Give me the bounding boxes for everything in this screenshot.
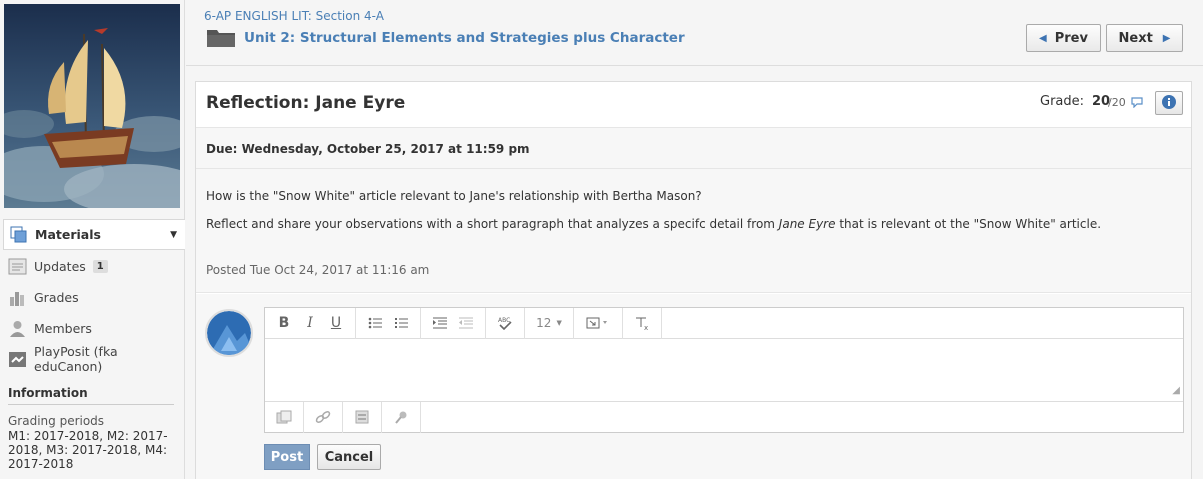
spellcheck-icon[interactable]: ABC (492, 312, 518, 334)
resize-handle-icon[interactable]: ◢ (1172, 385, 1180, 396)
chevron-down-icon[interactable]: ▼ (170, 230, 177, 240)
question-line-2: Reflect and share your observations with… (206, 217, 1101, 231)
font-size-select[interactable]: 12 ▼ (531, 312, 567, 334)
playposit-icon (8, 350, 27, 369)
info-icon (1161, 94, 1177, 113)
numbered-list-icon[interactable] (388, 312, 414, 334)
unit-title-link[interactable]: Unit 2: Structural Elements and Strategi… (244, 30, 685, 46)
updates-icon (8, 257, 27, 276)
sidebar-item-label: Updates (34, 258, 86, 274)
next-button[interactable]: Next ▶ (1106, 24, 1183, 52)
count-badge: 1 (92, 259, 108, 273)
indent-group (421, 307, 486, 339)
clear-format-group: x (623, 307, 662, 339)
question-line-1: How is the "Snow White" article relevant… (206, 189, 702, 203)
sidebar-item-label: Grades (34, 289, 79, 305)
comment-area: B I U ABC 12 ▼ x ◢ Post Cancel (196, 294, 1191, 479)
underline-icon[interactable]: U (323, 312, 349, 334)
resource-icon[interactable] (343, 401, 382, 433)
chevron-down-icon: ▼ (556, 319, 562, 327)
assignment-panel: Reflection: Jane Eyre Grade: 20 /20 Due:… (195, 81, 1192, 479)
sidebar-item-label: Materials (35, 227, 101, 242)
post-button[interactable]: Post (264, 444, 310, 470)
arrow-left-icon: ◀ (1039, 32, 1047, 44)
editor-toolbar: B I U ABC 12 ▼ x (265, 307, 1183, 339)
grading-periods-label: Grading periods (8, 414, 105, 428)
due-date-bar: Due: Wednesday, October 25, 2017 at 11:5… (196, 128, 1191, 169)
assignment-body: How is the "Snow White" article relevant… (196, 169, 1191, 293)
page-title: Reflection: Jane Eyre (206, 93, 406, 113)
page-header: 6-AP ENGLISH LIT: Section 4-A Unit 2: St… (186, 0, 1203, 66)
left-sidebar: Materials ▼ Updates 1 Grades Members Pla… (0, 0, 185, 479)
microphone-icon[interactable] (382, 401, 421, 433)
grade-label: Grade: (1040, 94, 1085, 109)
next-button-label: Next (1118, 30, 1153, 46)
information-heading: Information (8, 386, 174, 405)
format-group: B I U (265, 307, 356, 339)
sidebar-item-materials[interactable]: Materials ▼ (3, 219, 185, 250)
indent-icon[interactable] (427, 312, 453, 334)
outdent-icon[interactable] (453, 312, 479, 334)
bullet-list-icon[interactable] (362, 312, 388, 334)
title-bar: Reflection: Jane Eyre Grade: 20 /20 (196, 82, 1191, 128)
prev-button[interactable]: ◀ Prev (1026, 24, 1101, 52)
cancel-button[interactable]: Cancel (317, 444, 381, 470)
font-size-value: 12 (536, 316, 552, 330)
grades-icon (8, 288, 27, 307)
spellcheck-group: ABC (486, 307, 525, 339)
book-title: Jane Eyre (778, 217, 836, 231)
question-text: Reflect and share your observations with… (206, 217, 779, 231)
folder-icon (206, 26, 236, 51)
grade-max: /20 (1108, 96, 1126, 109)
bold-icon[interactable]: B (271, 312, 297, 334)
sidebar-item-grades[interactable]: Grades (8, 286, 79, 308)
avatar (205, 309, 253, 357)
info-button[interactable] (1155, 91, 1183, 115)
file-attach-icon[interactable] (265, 401, 304, 433)
list-group (356, 307, 421, 339)
font-size-group: 12 ▼ (525, 307, 574, 339)
materials-icon (10, 226, 28, 244)
sidebar-item-label: Members (34, 320, 92, 336)
breadcrumb[interactable]: 6-AP ENGLISH LIT: Section 4-A (204, 9, 384, 23)
prev-button-label: Prev (1054, 30, 1088, 46)
course-image (4, 4, 180, 208)
insert-icon[interactable] (580, 312, 616, 334)
member-icon (8, 319, 27, 338)
insert-group (574, 307, 623, 339)
clear-format-icon[interactable]: x (629, 312, 655, 334)
svg-text:ABC: ABC (498, 317, 510, 324)
svg-text:x: x (644, 324, 648, 330)
arrow-right-icon: ▶ (1162, 32, 1171, 44)
posted-timestamp: Posted Tue Oct 24, 2017 at 11:16 am (206, 263, 430, 277)
sidebar-item-playposit[interactable]: PlayPosit (fka eduCanon) (8, 344, 184, 374)
sidebar-item-members[interactable]: Members (8, 317, 92, 339)
link-icon[interactable] (304, 401, 343, 433)
due-date: Due: Wednesday, October 25, 2017 at 11:5… (206, 142, 530, 156)
sidebar-item-updates[interactable]: Updates 1 (8, 255, 108, 277)
grading-periods-value: M1: 2017-2018, M2: 2017-2018, M3: 2017-2… (8, 429, 168, 471)
attachment-toolbar (265, 401, 1183, 433)
sidebar-item-label: PlayPosit (fka eduCanon) (34, 344, 118, 374)
comment-text-area[interactable] (265, 340, 1183, 401)
comment-editor: B I U ABC 12 ▼ x ◢ (264, 307, 1184, 433)
comment-icon[interactable] (1131, 96, 1143, 111)
italic-icon[interactable]: I (297, 312, 323, 334)
question-text: that is relevant ot the "Snow White" art… (835, 217, 1102, 231)
